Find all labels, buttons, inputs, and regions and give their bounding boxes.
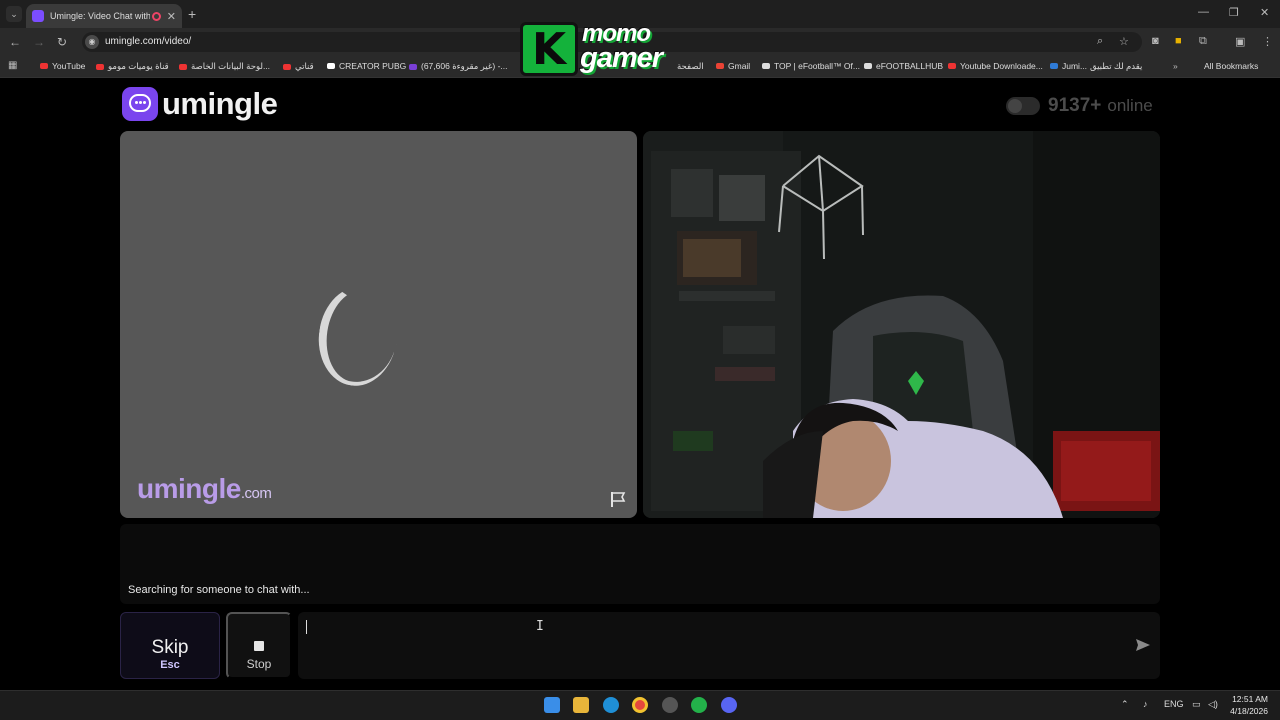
bookmark-item[interactable]: قناة يوميات مومو [96,61,169,72]
volume-icon[interactable]: ◁) [1208,699,1218,710]
online-count: 9137+ [1048,95,1102,116]
bookmark-item[interactable]: Gmail [716,61,750,71]
bookmarks-overflow-icon[interactable]: » [1173,61,1178,71]
report-flag-icon[interactable] [609,490,627,508]
umingle-favicon-icon [32,10,44,22]
site-logo-text[interactable]: umingle [162,86,278,122]
video-watermark: umingle.com [137,473,272,504]
mouse-ibeam-cursor-icon: I [536,619,544,634]
umingle-logo-icon[interactable] [122,87,158,121]
tab-search-chevron-icon[interactable]: ⌄ [6,6,22,22]
message-input[interactable] [298,612,1160,679]
profile-avatar-icon[interactable]: ▣ [1235,35,1245,48]
extension-icon[interactable]: ■ [1175,35,1182,47]
file-explorer-icon[interactable] [573,697,589,713]
text-caret [306,620,307,634]
skip-label: Skip [151,636,189,658]
online-counter: 9137+ online [1006,95,1153,117]
discord-app-icon[interactable] [721,697,737,713]
recording-indicator-icon [151,11,161,21]
bookmark-item[interactable]: Jumi... [1050,61,1087,71]
more-menu-icon[interactable]: ⋮ [1262,35,1273,48]
bookmark-item[interactable]: يقدم لك تطبيق [1090,61,1142,72]
window-close-icon[interactable]: ✕ [1260,6,1269,19]
minimize-icon[interactable]: — [1198,6,1209,18]
all-bookmarks-folder[interactable]: All Bookmarks [1204,61,1258,71]
bookmark-item[interactable]: YouTube [40,61,85,71]
chatgpt-app-icon[interactable] [662,697,678,713]
reload-icon[interactable]: ↻ [57,35,67,49]
zoom-icon[interactable]: ⌕ [1097,35,1103,48]
bookmark-item[interactable]: قناتي [283,61,314,72]
bookmark-item[interactable]: CREATOR PUBG [327,61,406,71]
extensions-puzzle-icon[interactable]: ⧉ [1199,35,1207,48]
browser-tab[interactable]: Umingle: Video Chat with S ✕ [26,4,182,28]
stop-label: Stop [246,657,272,671]
bookmark-item[interactable]: Youtube Downloade... [948,61,1043,71]
skip-shortcut-label: Esc [160,658,180,671]
online-label: online [1107,96,1153,115]
restore-icon[interactable]: ❐ [1229,6,1239,19]
skip-button[interactable]: Skip Esc [120,612,220,679]
stranger-video-panel: umingle.com [120,131,637,518]
network-icon[interactable]: ▭ [1192,699,1201,710]
streamer-overlay-logo: K momo gamer [520,20,698,78]
tab-close-icon[interactable]: ✕ [167,10,176,23]
microphone-icon[interactable]: ♪ [1143,699,1148,709]
taskbar-clock[interactable]: 12:51 AM 4/18/2026 [1226,693,1268,717]
stop-button[interactable]: Stop [226,612,292,679]
back-icon[interactable]: ← [9,35,21,49]
send-icon[interactable] [1135,637,1151,653]
tab-title: Umingle: Video Chat with S [50,11,150,21]
clock-time: 12:51 AM [1232,694,1268,704]
self-camera-video [643,131,1160,518]
clock-date: 4/18/2026 [1230,706,1268,716]
loading-spinner-icon [312,281,404,391]
overlay-logo-line2: gamer [580,42,663,74]
edge-browser-icon[interactable] [603,697,619,713]
bookmark-star-icon[interactable]: ☆ [1119,35,1129,48]
new-tab-icon[interactable]: + [188,6,196,22]
bookmark-item[interactable]: eFOOTBALLHUB [864,61,943,71]
xbox-app-icon[interactable] [691,697,707,713]
online-toggle[interactable] [1006,97,1040,115]
apps-grid-icon[interactable]: ▦ [8,60,17,71]
tray-overflow-icon[interactable]: ⌃ [1121,699,1129,710]
start-windows-icon[interactable] [544,697,560,713]
bookmark-item[interactable]: (67,606 غير مقروءة) -... [409,61,507,72]
url-text[interactable]: umingle.com/video/ [105,36,191,47]
bookmark-item[interactable]: TOP | eFootball™ Of... [762,61,860,71]
site-info-icon[interactable]: ◉ [85,35,99,49]
chrome-browser-icon[interactable] [632,697,648,713]
language-indicator[interactable]: ENG [1164,699,1184,709]
forward-icon[interactable]: → [33,35,45,49]
webcam-feed-image [643,131,1160,518]
stop-square-icon [254,641,264,651]
bookmark-item[interactable]: لوحة البيانات الخاصة... [179,61,270,72]
overlay-k-icon: K [520,22,578,76]
camera-icon[interactable]: ◙ [1152,35,1159,47]
status-message: Searching for someone to chat with... [128,584,310,596]
